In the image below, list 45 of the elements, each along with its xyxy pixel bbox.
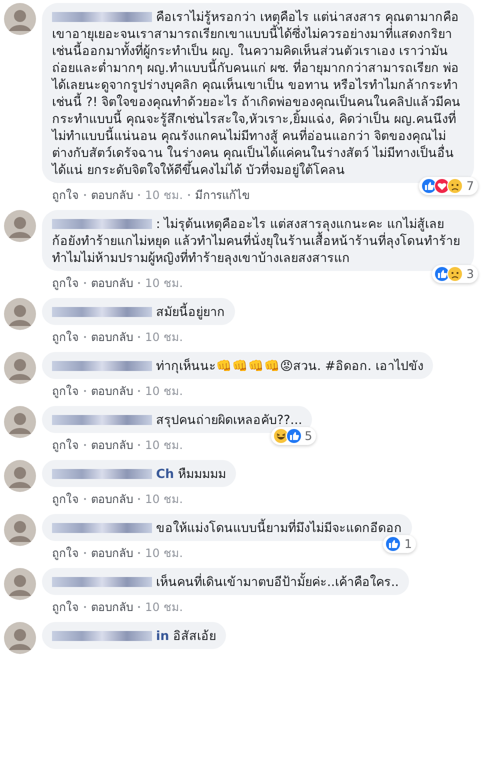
avatar-icon[interactable] [4,406,36,438]
action-link[interactable]: ตอบกลับ [91,598,133,616]
comment-text: หืมมมมม [178,466,226,481]
comment-text: คือเราไม่รู้หรอกว่า เหตุคือไร แต่น่าสงสาร คุณตามากคือเขาอายุเยอะจนเราสามารถเรียกเขาแบบนี้ได้ซึ่งไม่ควรอย่างมาที่แสดงกริยาเช่นนี้ออกมาทั้งที่ผู้กระทำเป็น ผญ. ในความคิดเห็นส่วนตัวเราเอง เราว่ามันถ่อยและต่ำมากๆ ผญ.ทำแบบนี้กับคนแก่ ผช. ที่อายุมากกว่าสามารถเรียก พ่อ ได้เลยนะดูจากรูปร่างบุคลิก คุณเห็นเขาเป็น ขอทาน หรือไรทำไมกล้ากระทำเช่นนี้ ?! จิตใจของคุณทำด้วยอะไร ถ้าเกิดพ่อของคุณเป็นคนในคลิปแล้วมีคนกระทำแบบนี้ คุณจะรู้สึกเช่นไรสะใจ,หัวเราะ,ยิ้มแฉ่ง, คิดว่าเป็น ผญ.คนนึงที่ไม่ทำแบบนี้แน่นอน คุณรังแกคนไม่มีทางสู้ คนที่อ่อนแอกว่า จิตของคุณไม่ต่างกับสัตว์เดรัจฉาน ในร่างคน คุณเป็นได้แค่คนในร่างสัตว์ ไม่มีทางเป็นอื่นได้แน่ ยกระดับจิตใจให้ดีขึ้นคงไม่ได้ บัวที่จมอยู่ใต้โคลน [52,9,461,177]
action-link[interactable]: ถูกใจ [52,436,79,454]
action-link[interactable]: มีการแก้ไข [194,186,250,204]
comment-text: : ไม่รุต้นเหตุคืออะไร แต่สงสารลุงแกนะคะ แกไม่สู้เลย ก้อยังทำร้ายแกไม่หยุด แล้วทำไมคนที่นั่งยุในร้านเสื้อหน้าร้านที่ลุงโดนทำร้ายทำไมไม่ห้ามปรามผู้หญิงที่ทำร้ายลุงเขาบ้างเลยสงสารแก [52,216,460,265]
comment-text: ขอให้แม่งโดนแบบนี้ยามที่มึงไม่มีจะแดกอีดอก [156,520,402,535]
reaction-count: 3 [466,267,474,281]
comment-text: ท่ากุเห็นนะ👊👊👊👊😡สวน. #อิดอก. เอาไปขัง [156,358,424,373]
avatar-icon[interactable] [4,568,36,600]
author-name[interactable]: Ch [156,466,174,481]
avatar-icon[interactable] [4,3,36,35]
action-link[interactable]: ตอบกลับ [91,436,133,454]
action-link[interactable]: ถูกใจ [52,186,79,204]
action-link[interactable]: ตอบกลับ [91,490,133,508]
reaction-badge[interactable]: 1 [383,535,416,553]
reaction-count: 7 [466,179,474,193]
author-name[interactable]: in [156,628,170,643]
action-link[interactable]: ถูกใจ [52,544,79,562]
avatar-icon[interactable] [4,460,36,492]
reaction-badge[interactable]: 5 [270,427,316,445]
action-link[interactable]: ถูกใจ [52,382,79,400]
action-link[interactable]: ตอบกลับ [91,382,133,400]
action-link[interactable]: ถูกใจ [52,598,79,616]
action-link[interactable]: ถูกใจ [52,490,79,508]
action-link[interactable]: ถูกใจ [52,328,79,346]
comment-text: สมัยนี้อยู่ยาก [156,304,225,319]
comment-text: สรุปคนถ่ายผิดเหลอคับ??... [156,412,302,427]
avatar-icon[interactable] [4,352,36,384]
reaction-badge[interactable]: 7 [419,177,478,195]
reaction-count: 1 [404,537,412,551]
avatar-icon[interactable] [4,622,36,654]
reaction-count: 5 [304,429,312,443]
avatar-icon[interactable] [4,298,36,330]
reaction-badge[interactable]: 3 [432,265,478,283]
action-link[interactable]: ตอบกลับ [91,328,133,346]
action-link[interactable]: ตอบกลับ [91,544,133,562]
comment-text: เห็นคนที่เดินเข้ามาตบอีป้ามั้ยค่ะ..เค้าคือใคร.. [156,574,399,589]
action-link[interactable]: ตอบกลับ [91,186,133,204]
avatar-icon[interactable] [4,514,36,546]
action-link[interactable]: ถูกใจ [52,274,79,292]
avatar-icon[interactable] [4,210,36,242]
action-link[interactable]: ตอบกลับ [91,274,133,292]
comment-text: อิสัสเอ้ย [173,628,216,643]
